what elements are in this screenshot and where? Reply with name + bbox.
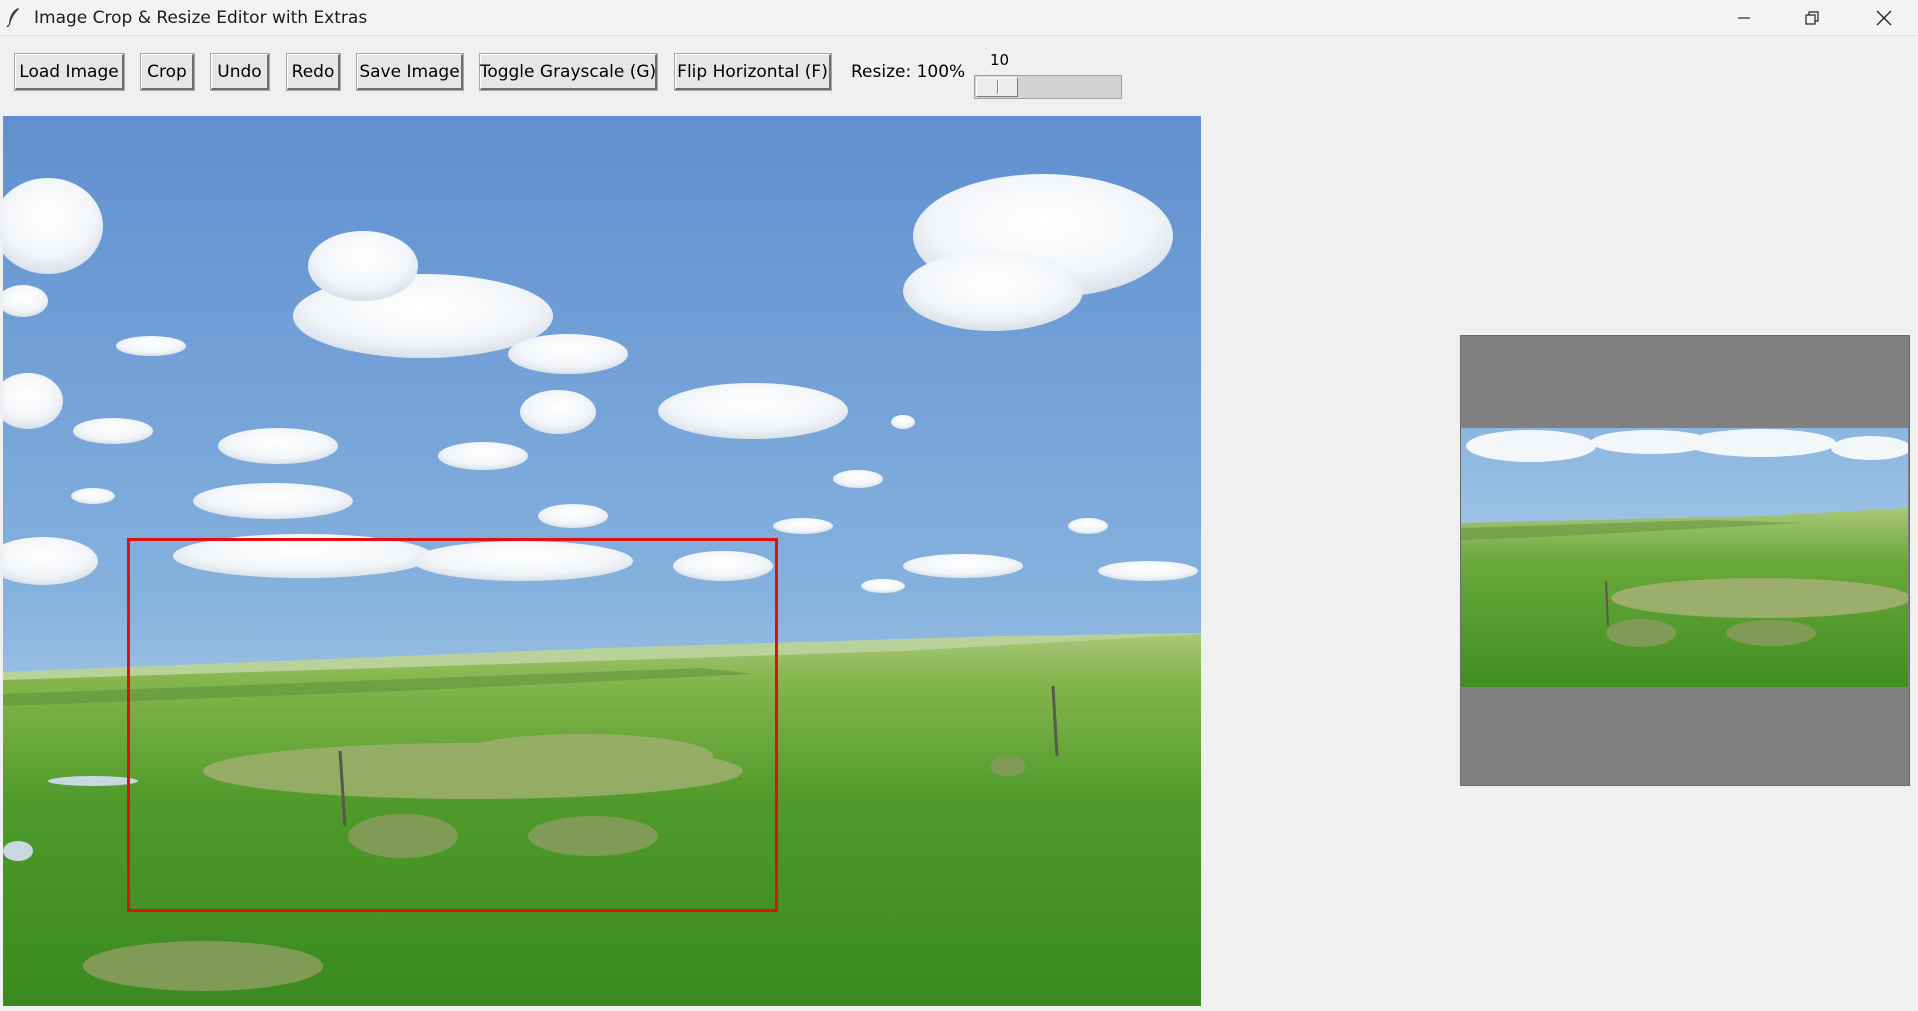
flip-horizontal-button[interactable]: Flip Horizontal (F): [675, 54, 831, 90]
redo-button[interactable]: Redo: [287, 54, 340, 90]
restore-icon: [1805, 10, 1819, 25]
scale-value: 10: [990, 51, 1010, 69]
close-button[interactable]: [1850, 0, 1918, 35]
close-icon: [1876, 10, 1892, 25]
restore-button[interactable]: [1778, 0, 1846, 35]
title-bar: Image Crop & Resize Editor with Extras: [0, 0, 1918, 36]
window-title: Image Crop & Resize Editor with Extras: [34, 8, 368, 28]
resize-label: Resize: 100%: [851, 62, 966, 82]
undo-button[interactable]: Undo: [211, 54, 269, 90]
crop-selection-rectangle[interactable]: [127, 538, 778, 912]
minimize-icon: [1738, 16, 1750, 19]
save-image-button[interactable]: Save Image: [357, 54, 463, 90]
load-image-button[interactable]: Load Image: [15, 54, 124, 90]
preview-panel: [1460, 335, 1910, 786]
feather-icon: [6, 8, 19, 27]
resize-slider[interactable]: [974, 75, 1122, 99]
minimize-button[interactable]: [1710, 0, 1778, 35]
crop-button[interactable]: Crop: [141, 54, 194, 90]
image-canvas[interactable]: [3, 116, 1201, 1006]
resize-slider-thumb[interactable]: [976, 77, 1018, 97]
cropped-preview-image: [1461, 428, 1908, 687]
toggle-grayscale-button[interactable]: Toggle Grayscale (G): [480, 54, 657, 90]
